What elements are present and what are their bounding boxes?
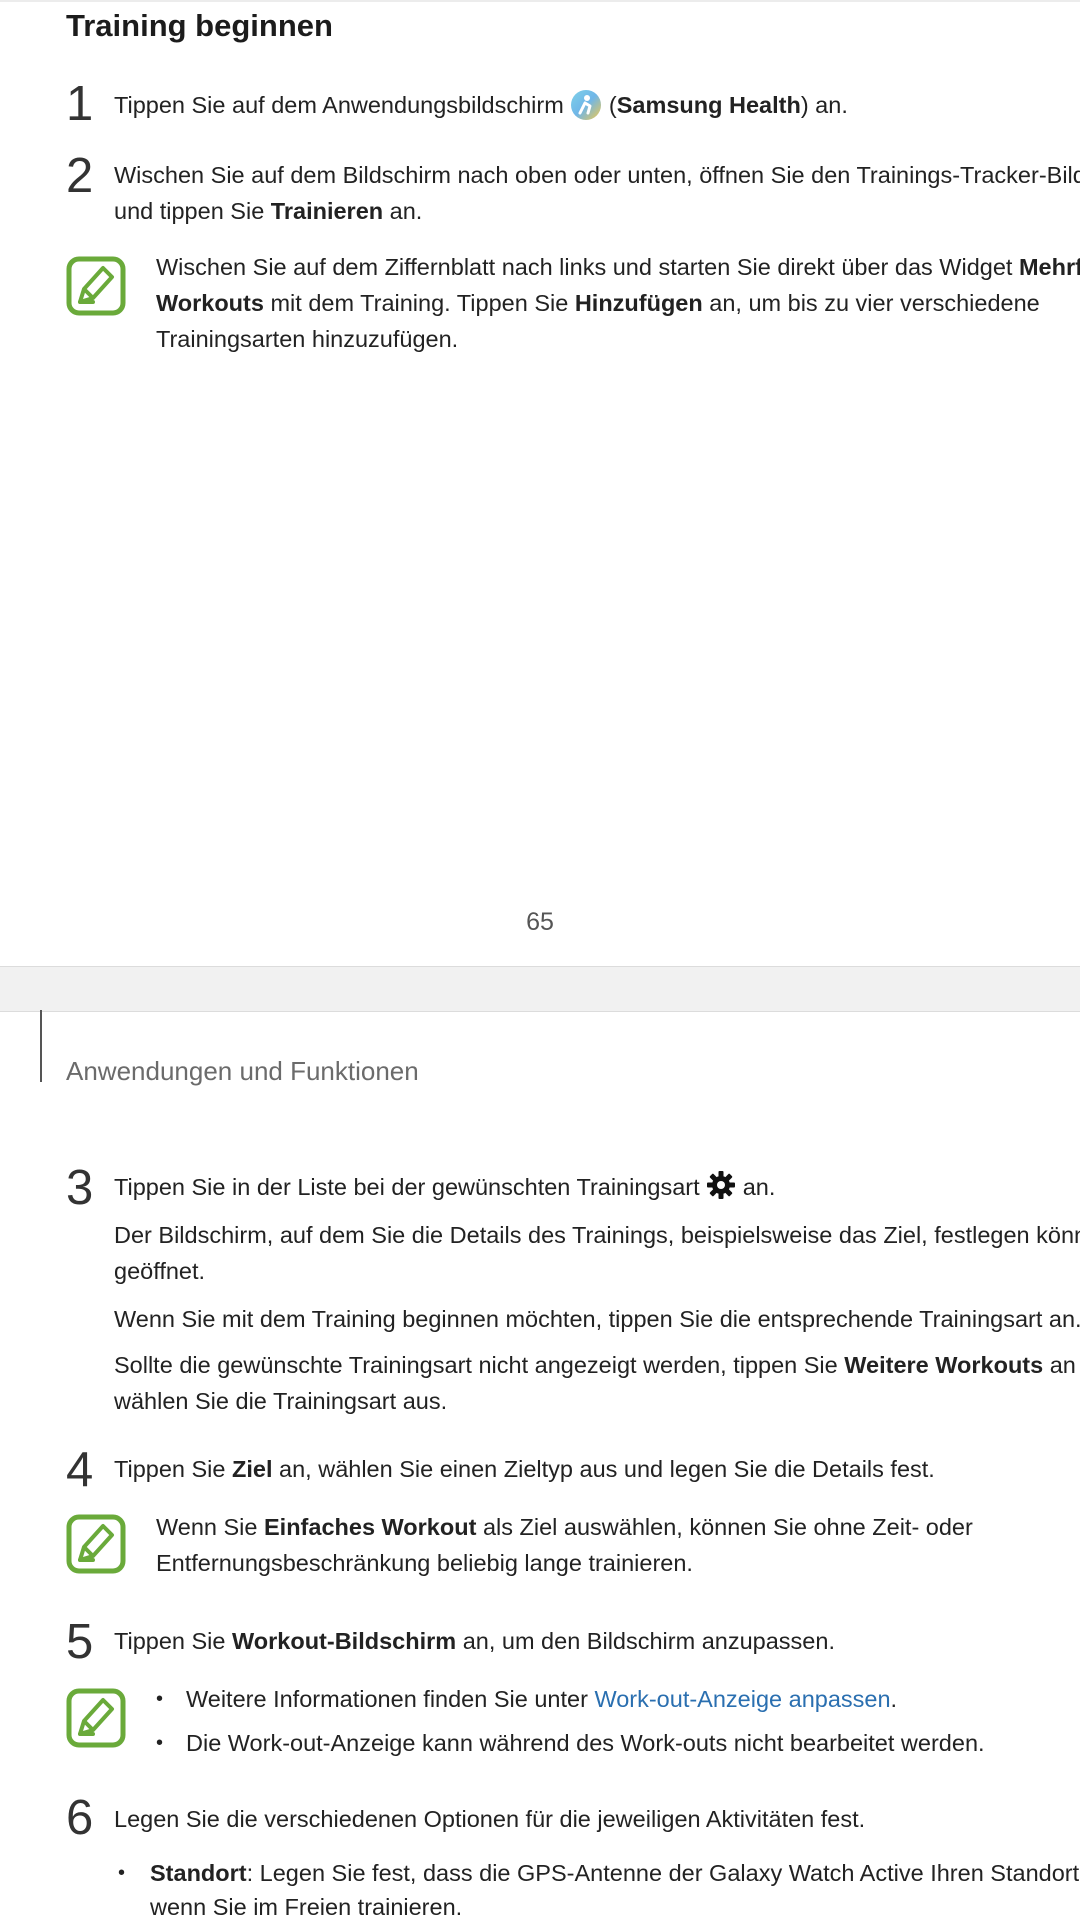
note-3-bullet-2: Die Work-out-Anzeige kann während des Wo… [186, 1730, 985, 1756]
note-1-line-2-bold-2: Hinzufügen [574, 290, 703, 316]
note-pencil-icon [66, 1514, 126, 1574]
step-4-after: an, wählen Sie einen Zieltyp aus und leg… [279, 1456, 935, 1482]
step-1-text: Tippen Sie auf dem Anwendungsbildschirm … [114, 88, 848, 123]
step-3-para-3-after: an ur [1049, 1352, 1080, 1378]
section-rule [40, 1010, 42, 1082]
chapter-title: Anwendungen und Funktionen [66, 1056, 419, 1086]
app-name-open: ( [608, 92, 617, 118]
step-2-bold: Trainieren [270, 198, 384, 224]
bullet-dot: • [118, 1862, 126, 1884]
step-4-bold: Ziel [232, 1456, 273, 1482]
note-2-line-1: Wenn Sie Einfaches Workout als Ziel ausw… [156, 1510, 973, 1545]
samsung-health-app-icon [570, 89, 602, 121]
note-1-bold: Mehrfac [1018, 254, 1080, 280]
step-number: 5 [66, 1615, 94, 1669]
bullet-dot: • [156, 1688, 164, 1710]
step-4-before: Tippen Sie [114, 1456, 226, 1482]
page-separator [0, 966, 1080, 1012]
step-5-text: Tippen Sie Workout-Bildschirm an, um den… [114, 1624, 835, 1659]
note-1-line-2-mid: mit dem Training. Tippen Sie [270, 290, 569, 316]
step-2-line-2-after: an. [389, 198, 423, 224]
step-3-para-3-line-2: wählen Sie die Trainingsart aus. [114, 1388, 448, 1414]
step-3-para-1-line-2: geöffnet. [114, 1258, 206, 1284]
note-2-after: als Ziel auswählen, können Sie ohne Zeit… [482, 1514, 973, 1540]
step-number: 3 [66, 1161, 94, 1215]
step-3-para-1-line-1: Der Bildschirm, auf dem Sie die Details … [114, 1222, 1080, 1248]
step-2-line-2: und tippen Sie Trainieren an. [114, 194, 422, 229]
step-2-line-1: Wischen Sie auf dem Bildschirm nach oben… [114, 162, 1080, 188]
step-number: 4 [66, 1443, 94, 1497]
step-3-para-3-line-1: Sollte die gewünschte Trainingsart nicht… [114, 1348, 1080, 1383]
step-3-para-2: Wenn Sie mit dem Training beginnen möcht… [114, 1306, 1080, 1332]
note-1-line-2-after: an, um bis zu vier verschiedene [709, 290, 1040, 316]
step-6-bullet-1-after: : Legen Sie fest, dass die GPS-Antenne d… [246, 1860, 1080, 1886]
gear-icon [706, 1170, 736, 1200]
note-2-line-2: Entfernungsbeschränkung beliebig lange t… [156, 1550, 693, 1576]
step-number: 6 [66, 1791, 94, 1845]
step-3-line-1: Tippen Sie in der Liste bei der gewünsch… [114, 1170, 775, 1205]
note-1-line-1-before: Wischen Sie auf dem Ziffernblatt nach li… [156, 254, 1013, 280]
note-3-bullet-1: Weitere Informationen finden Sie unter W… [186, 1682, 897, 1717]
step-6-text: Legen Sie die verschiedenen Optionen für… [114, 1806, 866, 1832]
step-3-line-1-before: Tippen Sie in der Liste bei der gewünsch… [114, 1174, 700, 1200]
note-1-line-2-bold: Workouts [156, 290, 264, 316]
step-3-para-3-bold: Weitere Workouts [844, 1352, 1044, 1378]
step-number: 1 [66, 77, 94, 131]
section-heading: Training beginnen [66, 8, 333, 43]
step-6-bullet-1: Standort: Legen Sie fest, dass die GPS-A… [150, 1856, 1080, 1891]
note-1-line-2: Workouts mit dem Training. Tippen Sie Hi… [156, 286, 1040, 321]
note-1-line-3: Trainingsarten hinzuzufügen. [156, 326, 459, 352]
bullet-dot: • [156, 1732, 164, 1754]
step-3-para-3-before: Sollte die gewünschte Trainingsart nicht… [114, 1352, 838, 1378]
step-5-before: Tippen Sie [114, 1628, 226, 1654]
note-3-bullet-1-before: Weitere Informationen finden Sie unter [186, 1686, 588, 1712]
step-6-bullet-1-bold: Standort [150, 1860, 247, 1886]
work-out-anzeige-link[interactable]: Work-out-Anzeige anpassen [594, 1686, 890, 1712]
step-2-line-2-before: und tippen Sie [114, 198, 265, 224]
note-pencil-icon [66, 256, 126, 316]
app-name: Samsung Health [616, 92, 801, 118]
step-5-bold: Workout-Bildschirm [232, 1628, 457, 1654]
note-pencil-icon [66, 1688, 126, 1748]
step-5-after: an, um den Bildschirm anzupassen. [462, 1628, 835, 1654]
step-number: 2 [66, 149, 94, 203]
note-1-line-1: Wischen Sie auf dem Ziffernblatt nach li… [156, 250, 1080, 285]
note-2-before: Wenn Sie [156, 1514, 258, 1540]
step-1-text-before: Tippen Sie auf dem Anwendungsbildschirm [114, 92, 564, 118]
page-top-edge [0, 0, 1080, 2]
step-4-text: Tippen Sie Ziel an, wählen Sie einen Zie… [114, 1452, 935, 1487]
note-2-bold: Einfaches Workout [264, 1514, 477, 1540]
page-number: 65 [526, 908, 554, 936]
step-3-line-1-after: an. [742, 1174, 776, 1200]
step-1-text-after: ) an. [800, 92, 848, 118]
note-3-bullet-1-after: . [890, 1686, 898, 1712]
